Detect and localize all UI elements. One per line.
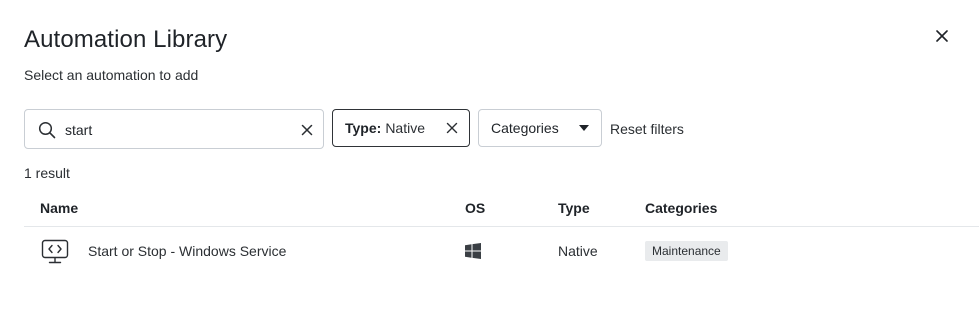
categories-dropdown[interactable]: Categories bbox=[478, 109, 602, 147]
remove-filter-icon[interactable] bbox=[445, 121, 459, 135]
type-filter-key: Type: bbox=[345, 120, 382, 136]
windows-icon bbox=[465, 243, 481, 259]
column-header-type[interactable]: Type bbox=[558, 200, 590, 216]
result-count: 1 result bbox=[24, 165, 70, 181]
reset-filters-link[interactable]: Reset filters bbox=[610, 121, 684, 137]
close-button[interactable] bbox=[930, 24, 954, 48]
clear-icon[interactable] bbox=[299, 122, 315, 138]
column-header-categories[interactable]: Categories bbox=[645, 200, 717, 216]
categories-dropdown-label: Categories bbox=[491, 120, 559, 136]
close-icon bbox=[936, 30, 948, 42]
type-filter-value: Native bbox=[385, 120, 425, 136]
automation-type: Native bbox=[558, 243, 598, 259]
caret-down-icon bbox=[579, 125, 589, 131]
search-input[interactable] bbox=[65, 119, 285, 141]
type-filter-chip[interactable]: Type: Native bbox=[332, 109, 470, 147]
dialog-subtitle: Select an automation to add bbox=[24, 67, 199, 83]
category-badge: Maintenance bbox=[645, 241, 728, 261]
column-header-name[interactable]: Name bbox=[40, 200, 78, 216]
table-row[interactable]: Start or Stop - Windows Service Native M… bbox=[24, 227, 979, 273]
script-monitor-icon bbox=[41, 239, 69, 264]
automation-library-dialog: Automation Library Select an automation … bbox=[0, 0, 979, 329]
search-icon bbox=[38, 121, 56, 139]
automation-name: Start or Stop - Windows Service bbox=[88, 243, 287, 259]
dialog-title: Automation Library bbox=[24, 26, 228, 53]
search-box[interactable] bbox=[24, 109, 324, 149]
column-header-os[interactable]: OS bbox=[465, 200, 485, 216]
